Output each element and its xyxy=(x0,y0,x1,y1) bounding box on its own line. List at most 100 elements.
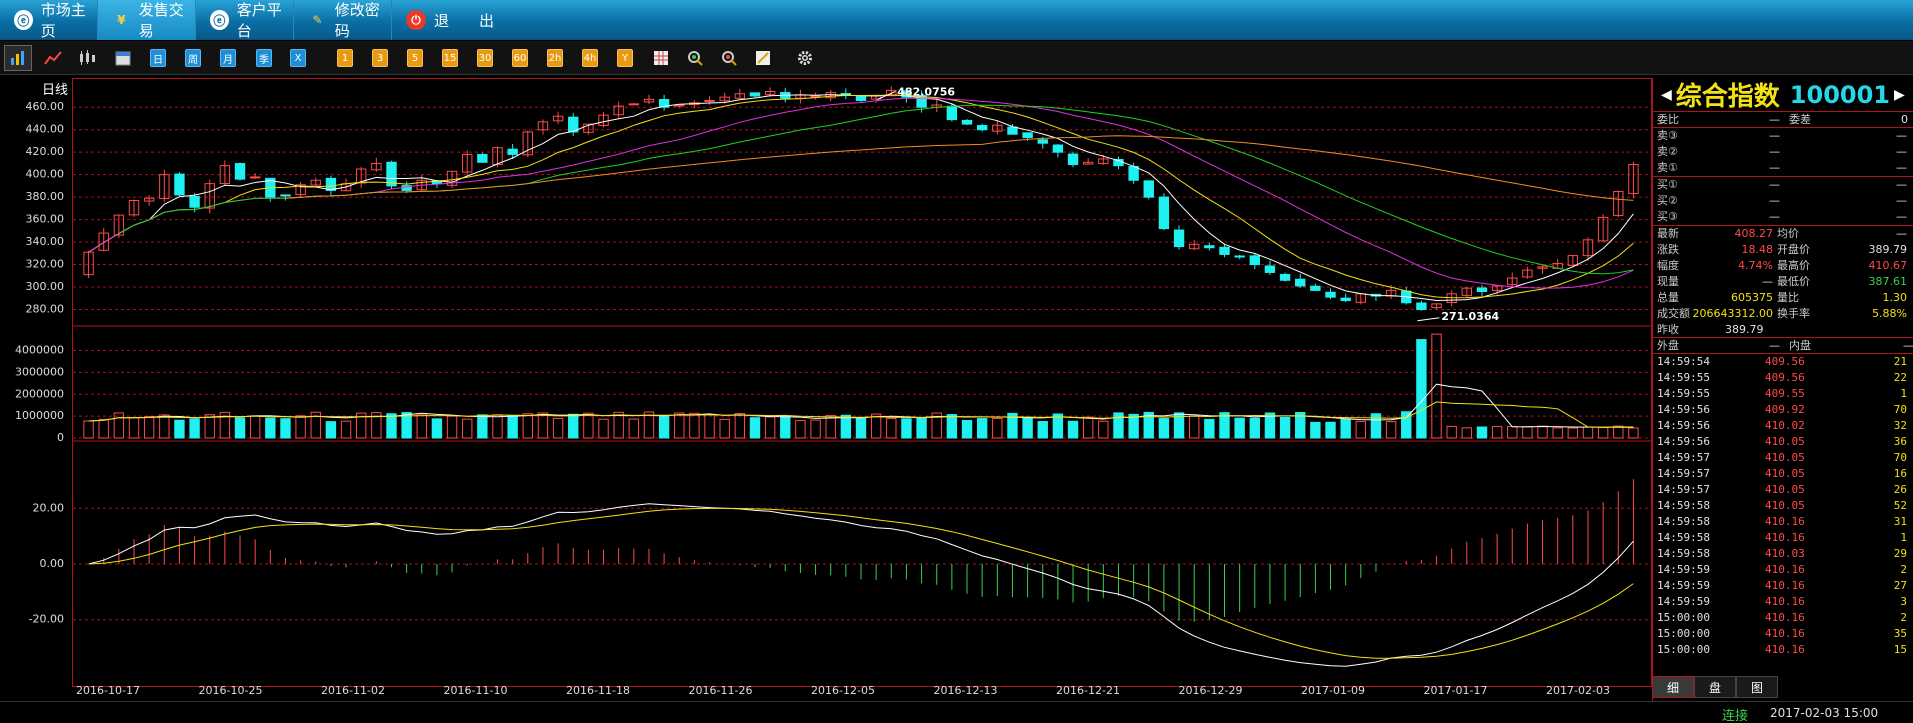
settings-gear-icon[interactable] xyxy=(794,49,816,67)
stat-row: 现量 — 最低价 387.61 xyxy=(1653,274,1913,290)
nav-tab-label: 市场主页 xyxy=(40,1,86,40)
zoom-in-icon[interactable] xyxy=(684,49,706,67)
nav-tab-label: 修改密码 xyxy=(334,1,380,40)
tick-list[interactable]: 14:59:54 409.56 21 14:59:55 409.56 22 14:59:55… xyxy=(1653,354,1913,658)
candle-body xyxy=(234,163,246,180)
volume-bar xyxy=(1189,415,1200,439)
tick-row: 14:59:54 409.56 21 xyxy=(1653,354,1913,370)
period-quarter-button[interactable]: 季 xyxy=(256,49,272,67)
stat-row: 最新 408.27 均价 — xyxy=(1653,226,1913,242)
year-button[interactable]: Y xyxy=(617,49,633,67)
candle-body xyxy=(1007,126,1018,135)
line-chart-icon[interactable] xyxy=(42,49,64,67)
hour-2-button[interactable]: 2h xyxy=(547,49,563,67)
date-tick-label: 2016-10-17 xyxy=(76,684,140,697)
nav-tab-change-password[interactable]: ✎ 修改密码 xyxy=(294,0,392,40)
price-tick-label: 280.00 xyxy=(26,303,65,316)
candle-body xyxy=(1249,255,1260,266)
stat-label: 换手率 xyxy=(1777,307,1810,320)
zoom-out-icon[interactable] xyxy=(718,49,740,67)
sell-row: 卖③ — — xyxy=(1653,128,1913,144)
minute-15-button[interactable]: 15 xyxy=(442,49,458,67)
tick-time: 14:59:57 xyxy=(1657,451,1710,464)
sell-row: 卖② — — xyxy=(1653,144,1913,160)
stat-label: 涨跌 xyxy=(1657,243,1679,256)
top-nav: ⓔ 市场主页 ¥ 发售交易 ⓔ 客户平台 ✎ 修改密码 ⏻ 退 出 xyxy=(0,0,1913,40)
candlestick-icon[interactable] xyxy=(76,49,98,67)
tick-price: 409.92 xyxy=(1765,403,1805,416)
volume-bar xyxy=(1098,420,1109,439)
stat-label: 幅度 xyxy=(1657,259,1679,272)
nav-tab-client-platform[interactable]: ⓔ 客户平台 xyxy=(196,0,294,40)
volume-bar xyxy=(1204,418,1215,439)
stat-label: 最新 xyxy=(1657,227,1679,240)
candle-body xyxy=(1234,255,1245,258)
tick-row: 14:59:58 410.16 1 xyxy=(1653,530,1913,546)
period-custom-button[interactable]: X xyxy=(290,49,306,67)
sell-label: 卖① xyxy=(1657,161,1678,174)
axis-labels: 460.00 440.00 420.00 400.00 380.00 360.00 340.… xyxy=(15,100,65,625)
stat-label: 现量 xyxy=(1657,275,1679,288)
minute-5-button[interactable]: 5 xyxy=(407,49,423,67)
tick-price: 410.05 xyxy=(1765,451,1805,464)
period-month-button[interactable]: 月 xyxy=(220,49,236,67)
tick-price: 410.05 xyxy=(1765,499,1805,512)
macd-histogram xyxy=(103,479,1634,622)
volume-bar xyxy=(1340,419,1351,439)
volume-bar xyxy=(1491,426,1503,439)
price-tick-label: 460.00 xyxy=(26,100,65,113)
minute-1-button[interactable]: 1 xyxy=(337,49,353,67)
tick-row: 15:00:00 410.16 2 xyxy=(1653,610,1913,626)
candle-body xyxy=(1037,139,1048,144)
tick-volume: 22 xyxy=(1893,371,1907,384)
candle-body xyxy=(1022,132,1033,139)
weibi-label: 委比 xyxy=(1657,113,1679,126)
calendar-icon[interactable] xyxy=(112,49,134,67)
tick-time: 14:59:58 xyxy=(1657,499,1710,512)
prev-arrow-icon[interactable]: ◀ xyxy=(1661,87,1672,103)
tick-row: 14:59:59 410.16 3 xyxy=(1653,594,1913,610)
volume-bar xyxy=(1461,427,1473,439)
tick-price: 410.05 xyxy=(1765,467,1805,480)
volume-bar xyxy=(719,418,730,439)
volume-bar xyxy=(1446,425,1457,439)
chart-canvas[interactable]: 482.0756 271.0364 xyxy=(73,79,1653,688)
volume-tick-label: 0 xyxy=(57,431,64,444)
kline-chart[interactable]: 482.0756 271.0364 xyxy=(72,78,1653,688)
status-datetime: 2017-02-03 15:00 xyxy=(1770,706,1879,720)
tab-detail[interactable]: 细 xyxy=(1652,676,1694,698)
volume-tick-label: 3000000 xyxy=(15,365,64,378)
grid-icon[interactable] xyxy=(650,49,672,67)
minute-30-button[interactable]: 30 xyxy=(477,49,493,67)
tab-chart[interactable]: 图 xyxy=(1736,676,1778,698)
yen-icon: ¥ xyxy=(117,13,126,27)
volume-bar xyxy=(810,419,821,439)
nav-tab-logout[interactable]: ⏻ 退 出 xyxy=(392,0,500,40)
candle-body xyxy=(249,176,261,179)
nav-tab-market-home[interactable]: ⓔ 市场主页 xyxy=(0,0,98,40)
stat-value: 206643312.00 xyxy=(1692,307,1773,320)
volume-bar xyxy=(976,418,988,439)
panel-tabs: 细 盘 图 xyxy=(1652,676,1778,698)
minute-60-button[interactable]: 60 xyxy=(512,49,528,67)
tick-time: 15:00:00 xyxy=(1657,643,1710,656)
nav-tab-sale-trading[interactable]: ¥ 发售交易 xyxy=(98,0,196,40)
stat-row: 幅度 4.74% 最高价 410.67 xyxy=(1653,258,1913,274)
volume-bar xyxy=(386,413,397,439)
minute-3-button[interactable]: 3 xyxy=(372,49,388,67)
volume-bar xyxy=(658,416,670,439)
tick-volume: 15 xyxy=(1893,643,1907,656)
hour-4-button[interactable]: 4h xyxy=(582,49,598,67)
bar-chart-icon[interactable] xyxy=(4,45,32,71)
draw-icon[interactable] xyxy=(752,49,774,67)
tick-time: 14:59:59 xyxy=(1657,595,1710,608)
period-week-button[interactable]: 周 xyxy=(185,49,201,67)
volume-bar xyxy=(83,420,94,439)
tick-row: 14:59:56 410.02 32 xyxy=(1653,418,1913,434)
date-tick-label: 2016-11-10 xyxy=(444,684,508,697)
volume-bar xyxy=(764,416,776,439)
period-day-button[interactable]: 日 xyxy=(150,49,166,67)
tick-price: 410.03 xyxy=(1765,547,1805,560)
next-arrow-icon[interactable]: ▶ xyxy=(1894,87,1905,103)
tab-book[interactable]: 盘 xyxy=(1694,676,1736,698)
